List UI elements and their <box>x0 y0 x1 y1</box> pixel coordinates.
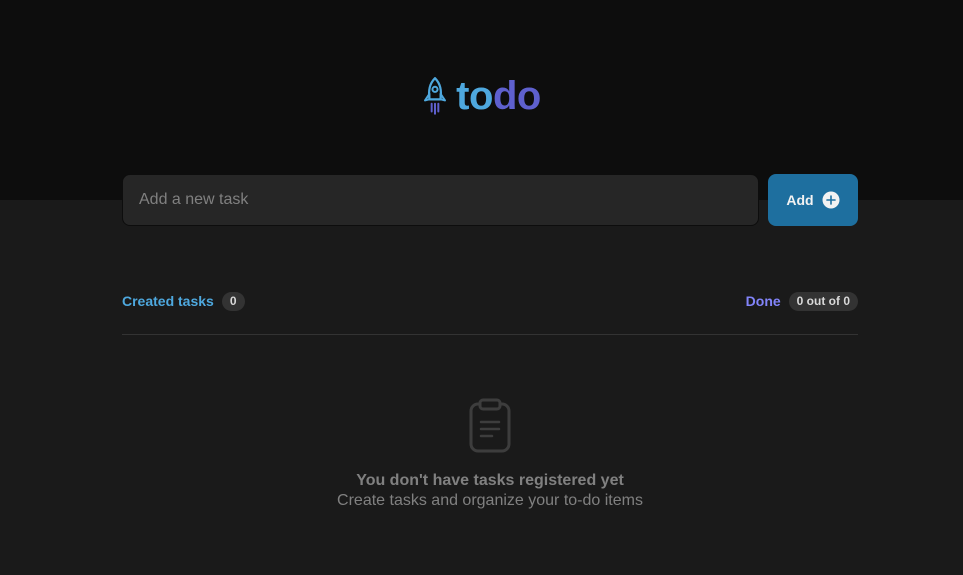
done-tasks-summary: Done 0 out of 0 <box>745 291 858 311</box>
clipboard-icon <box>469 398 511 453</box>
app-title-part-do: do <box>492 74 541 118</box>
header: todo <box>0 0 963 200</box>
new-task-form: Add <box>122 174 858 226</box>
done-tasks-count-badge: 0 out of 0 <box>788 291 858 311</box>
created-tasks-summary: Created tasks 0 <box>122 291 245 311</box>
add-task-button[interactable]: Add <box>768 174 858 226</box>
empty-state-title: You don't have tasks registered yet <box>356 472 624 489</box>
created-tasks-label: Created tasks <box>122 293 214 309</box>
app-title-part-to: to <box>456 74 493 118</box>
add-button-label: Add <box>786 192 814 208</box>
created-tasks-count-badge: 0 <box>221 291 245 311</box>
new-task-input[interactable] <box>122 174 759 226</box>
app-title: todo <box>456 76 541 116</box>
empty-state: You don't have tasks registered yet Crea… <box>122 398 858 511</box>
task-summary: Created tasks 0 Done 0 out of 0 <box>122 290 858 312</box>
divider <box>122 334 858 335</box>
plus-circle-icon <box>822 191 840 209</box>
empty-state-subtitle: Create tasks and organize your to-do ite… <box>337 492 643 509</box>
rocket-icon <box>424 77 447 115</box>
done-tasks-label: Done <box>745 293 781 309</box>
app-logo: todo <box>0 70 963 122</box>
